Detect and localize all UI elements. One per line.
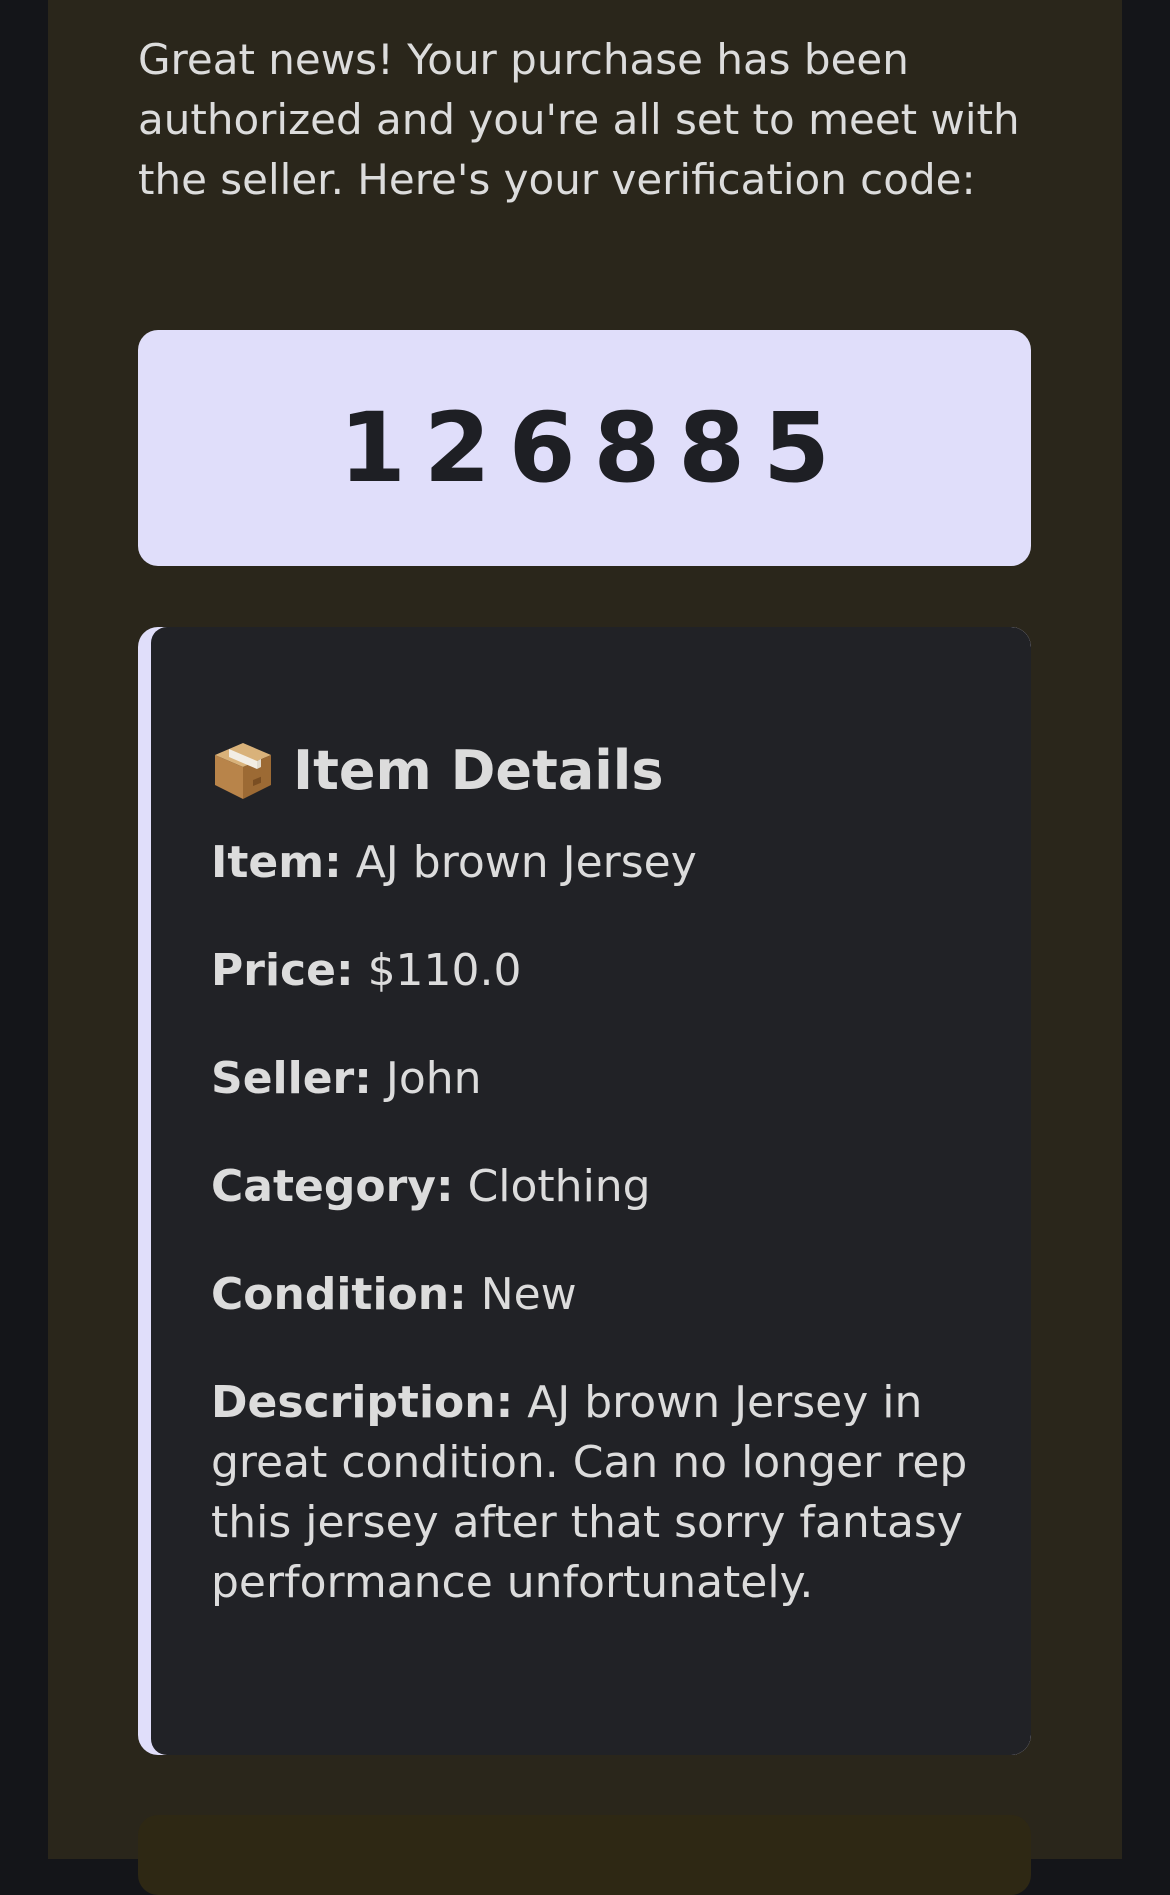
detail-label: Price: (211, 945, 354, 996)
item-details-title: Item Details (293, 738, 664, 802)
detail-item: Item: AJ brown Jersey (211, 833, 971, 893)
verification-code: 126885 (339, 392, 848, 504)
detail-value: $110.0 (367, 945, 522, 996)
email-body: Great news! Your purchase has been autho… (48, 0, 1122, 1895)
detail-price: Price: $110.0 (211, 941, 971, 1001)
item-details-heading: Item Details (211, 737, 971, 803)
detail-label: Description: (211, 1377, 514, 1428)
detail-seller: Seller: John (211, 1049, 971, 1109)
detail-condition: Condition: New (211, 1265, 971, 1325)
detail-label: Item: (211, 837, 342, 888)
detail-value: Clothing (467, 1161, 651, 1212)
verification-code-box: 126885 (138, 330, 1031, 566)
detail-label: Condition: (211, 1269, 467, 1320)
item-details-card: Item Details Item: AJ brown Jersey Price… (138, 627, 1031, 1755)
detail-category: Category: Clothing (211, 1157, 971, 1217)
detail-value: John (385, 1053, 482, 1104)
detail-label: Seller: (211, 1053, 372, 1104)
next-section-card (138, 1815, 1031, 1895)
detail-description: Description: AJ brown Jersey in great co… (211, 1373, 971, 1613)
detail-value: AJ brown Jersey (355, 837, 697, 888)
intro-message: Great news! Your purchase has been autho… (138, 35, 1020, 204)
item-details-content: Item Details Item: AJ brown Jersey Price… (151, 627, 1031, 1755)
detail-label: Category: (211, 1161, 454, 1212)
package-icon (211, 739, 275, 801)
detail-value: New (480, 1269, 577, 1320)
